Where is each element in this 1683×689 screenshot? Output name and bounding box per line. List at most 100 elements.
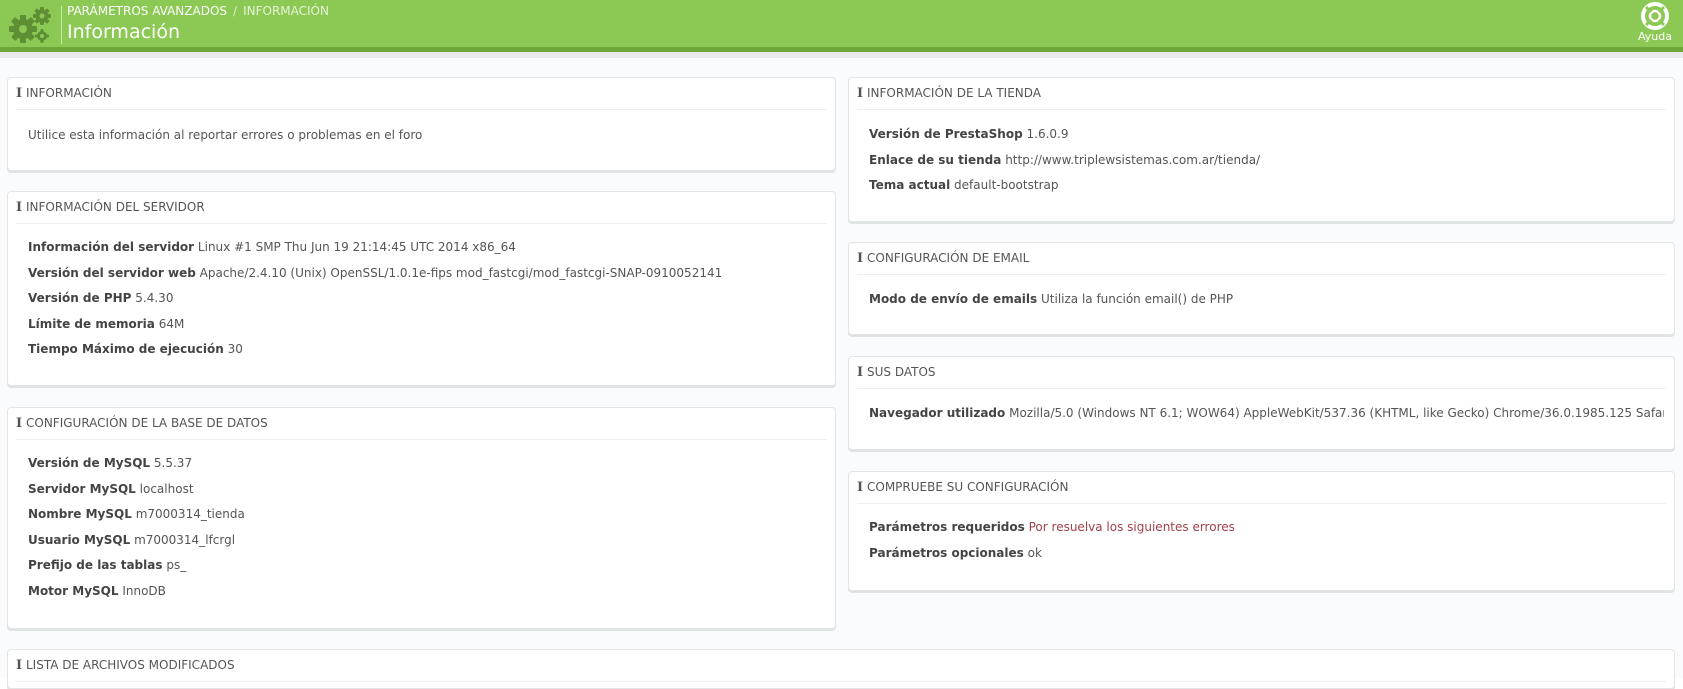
breadcrumb-current: INFORMACIÓN bbox=[243, 4, 329, 18]
panel-title: COMPRUEBE SU CONFIGURACIÓN bbox=[867, 480, 1069, 494]
panel-heading: i COMPRUEBE SU CONFIGURACIÓN bbox=[857, 472, 1666, 504]
row-label: Versión del servidor web bbox=[28, 265, 196, 280]
info-row: Versión de PrestaShop 1.6.0.9 bbox=[869, 124, 1664, 150]
info-row: Tema actual default-bootstrap bbox=[869, 175, 1664, 201]
row-label: Parámetros opcionales bbox=[869, 545, 1024, 560]
info-row: Usuario MySQL m7000314_lfcrgl bbox=[28, 530, 825, 556]
panel-database: i CONFIGURACIÓN DE LA BASE DE DATOS Versi… bbox=[7, 407, 836, 629]
row-label: Enlace de su tienda bbox=[869, 152, 1002, 167]
info-row: Navegador utilizado Mozilla/5.0 (Windows… bbox=[869, 403, 1664, 429]
row-value: Linux #1 SMP Thu Jun 19 21:14:45 UTC 201… bbox=[197, 240, 516, 254]
panel-heading: i INFORMACIÓN bbox=[16, 78, 827, 110]
info-row: Versión del servidor web Apache/2.4.10 (… bbox=[28, 263, 825, 289]
row-value: m7000314_lfcrgl bbox=[134, 532, 236, 547]
info-row: Enlace de su tienda http://www.triplewsi… bbox=[869, 150, 1664, 176]
page-header: PARÁMETROS AVANZADOS / INFORMACIÓN Informa… bbox=[0, 0, 1683, 47]
info-row: Servidor MySQL localhost bbox=[28, 479, 825, 505]
panel-title: INFORMACIÓN DEL SERVIDOR bbox=[26, 200, 205, 214]
panel-title: INFORMACIÓN DE LA TIENDA bbox=[867, 86, 1041, 100]
row-value: 64M bbox=[158, 316, 185, 331]
panel-server: i INFORMACIÓN DEL SERVIDOR Información de… bbox=[7, 191, 836, 386]
row-label: Versión de PHP bbox=[28, 291, 132, 306]
info-icon: i bbox=[16, 416, 23, 431]
lifebuoy-icon bbox=[1641, 2, 1669, 30]
panel-body: Modo de envío de emails Utiliza la funci… bbox=[869, 289, 1664, 315]
panel-title: CONFIGURACIÓN DE LA BASE DE DATOS bbox=[26, 416, 268, 430]
help-button[interactable]: Ayuda bbox=[1630, 2, 1680, 43]
info-row: Límite de memoria 64M bbox=[28, 314, 825, 340]
info-row: Versión de PHP 5.4.30 bbox=[28, 288, 825, 314]
info-text: Utilice esta información al reportar err… bbox=[28, 128, 423, 142]
row-value: Apache/2.4.10 (Unix) OpenSSL/1.0.1e-fips… bbox=[199, 265, 723, 280]
row-label: Navegador utilizado bbox=[869, 406, 1006, 420]
info-row: Prefijo de las tablas ps_ bbox=[28, 555, 825, 581]
row-value: 5.4.30 bbox=[135, 291, 174, 306]
row-value: m7000314_tienda bbox=[135, 507, 245, 522]
panel-title: CONFIGURACIÓN DE EMAIL bbox=[867, 251, 1030, 265]
breadcrumb-parent[interactable]: PARÁMETROS AVANZADOS bbox=[67, 4, 227, 18]
row-value: 1.6.0.9 bbox=[1026, 127, 1069, 141]
row-label: Versión de PrestaShop bbox=[869, 127, 1023, 141]
panel-heading: i INFORMACIÓN DE LA TIENDA bbox=[857, 78, 1666, 110]
row-value: 5.5.37 bbox=[153, 456, 193, 470]
header-divider bbox=[61, 6, 62, 44]
row-label: Modo de envío de emails bbox=[869, 292, 1038, 306]
required-params-status: Por resuelva los siguientes errores bbox=[1028, 520, 1235, 534]
panel-heading: i LISTA DE ARCHIVOS MODIFICADOS bbox=[16, 650, 1666, 682]
row-value: localhost bbox=[139, 481, 194, 496]
panel-heading: i CONFIGURACIÓN DE EMAIL bbox=[857, 243, 1666, 275]
panel-your-data: i SUS DATOS Navegador utilizado Mozilla/5… bbox=[848, 356, 1675, 450]
panel-title: SUS DATOS bbox=[867, 365, 936, 379]
info-row: Versión de MySQL 5.5.37 bbox=[28, 453, 825, 479]
info-icon: i bbox=[857, 480, 864, 495]
info-row: Información del servidor Linux #1 SMP Th… bbox=[28, 237, 825, 263]
row-label: Versión de MySQL bbox=[28, 456, 151, 470]
panel-body: Utilice esta información al reportar err… bbox=[28, 125, 825, 145]
row-value: ps_ bbox=[166, 558, 187, 573]
panel-title: INFORMACIÓN bbox=[26, 86, 112, 100]
row-value: default-bootstrap bbox=[954, 178, 1059, 193]
row-label: Motor MySQL bbox=[28, 583, 119, 598]
info-row: Parámetros opcionales ok bbox=[869, 543, 1664, 569]
row-label: Servidor MySQL bbox=[28, 481, 136, 496]
row-value: Utiliza la función email() de PHP bbox=[1041, 292, 1234, 306]
info-row: Parámetros requeridos Por resuelva los s… bbox=[869, 517, 1664, 543]
row-label: Límite de memoria bbox=[28, 316, 155, 331]
info-icon: i bbox=[16, 658, 23, 673]
row-label: Nombre MySQL bbox=[28, 507, 132, 522]
help-label: Ayuda bbox=[1638, 30, 1672, 43]
info-row: Modo de envío de emails Utiliza la funci… bbox=[869, 289, 1664, 315]
row-value: InnoDB bbox=[122, 583, 166, 598]
panel-heading: i SUS DATOS bbox=[857, 357, 1666, 389]
row-value: Mozilla/5.0 (Windows NT 6.1; WOW64) Appl… bbox=[1009, 406, 1664, 420]
breadcrumb-separator: / bbox=[233, 4, 238, 18]
breadcrumb: PARÁMETROS AVANZADOS / INFORMACIÓN bbox=[67, 4, 329, 18]
info-icon: i bbox=[857, 86, 864, 101]
panel-body: Información del servidor Linux #1 SMP Th… bbox=[28, 237, 825, 365]
panel-body: Versión de MySQL 5.5.37 Servidor MySQL l… bbox=[28, 453, 825, 607]
panel-info: i INFORMACIÓN Utilice esta información al… bbox=[7, 77, 836, 171]
panel-modified-files: i LISTA DE ARCHIVOS MODIFICADOS bbox=[7, 649, 1675, 689]
row-label: Prefijo de las tablas bbox=[28, 558, 163, 573]
page-title: Información bbox=[67, 21, 180, 43]
panel-body: Versión de PrestaShop 1.6.0.9 Enlace de … bbox=[869, 124, 1664, 201]
panel-shop: i INFORMACIÓN DE LA TIENDA Versión de Pre… bbox=[848, 77, 1675, 222]
row-label: Tema actual bbox=[869, 178, 951, 193]
info-row: Nombre MySQL m7000314_tienda bbox=[28, 504, 825, 530]
info-icon: i bbox=[16, 200, 23, 215]
row-label: Información del servidor bbox=[28, 240, 195, 254]
panel-email: i CONFIGURACIÓN DE EMAIL Modo de envío de… bbox=[848, 242, 1675, 335]
info-row: Motor MySQL InnoDB bbox=[28, 581, 825, 607]
panel-body: Parámetros requeridos Por resuelva los s… bbox=[869, 517, 1664, 568]
row-label: Tiempo Máximo de ejecución bbox=[28, 342, 224, 357]
info-icon: i bbox=[16, 86, 23, 101]
panel-heading: i CONFIGURACIÓN DE LA BASE DE DATOS bbox=[16, 408, 827, 440]
panel-body: Navegador utilizado Mozilla/5.0 (Windows… bbox=[869, 403, 1664, 429]
row-value: http://www.triplewsistemas.com.ar/tienda… bbox=[1005, 152, 1261, 167]
info-icon: i bbox=[857, 365, 864, 380]
info-row: Tiempo Máximo de ejecución 30 bbox=[28, 339, 825, 365]
panel-heading: i INFORMACIÓN DEL SERVIDOR bbox=[16, 192, 827, 224]
row-value: 30 bbox=[227, 342, 243, 357]
row-label: Usuario MySQL bbox=[28, 532, 131, 547]
panel-title: LISTA DE ARCHIVOS MODIFICADOS bbox=[26, 658, 235, 672]
